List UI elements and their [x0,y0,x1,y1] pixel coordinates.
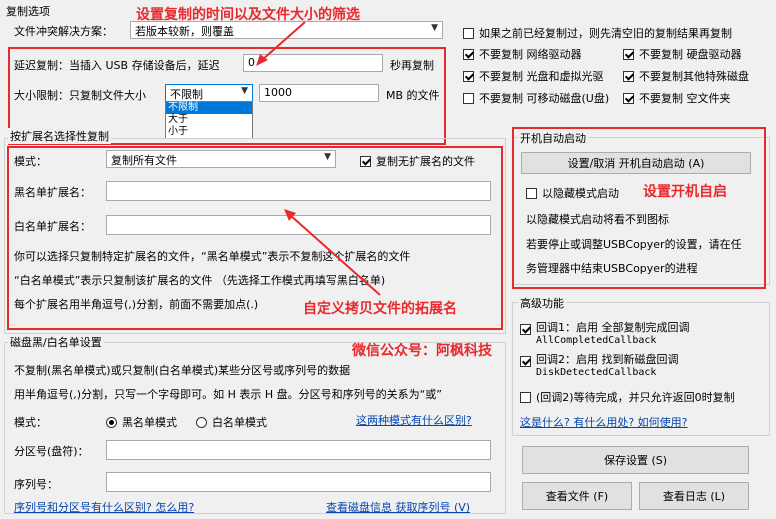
disk-help-2: 用半角逗号(,)分割，只写一个字母即可。如 H 表示 H 盘。分区号和序列号的关… [14,388,443,401]
autostart-info-2: 若要停止或调整USBCopyer的设置，请在任 [526,238,742,251]
autostart-info-3: 务管理器中结束USBCopyer的进程 [526,262,698,275]
conflict-value: 若版本较新，则覆盖 [135,25,234,38]
annotation-wechat: 微信公众号：阿枫科技 [352,343,492,359]
view-log-button[interactable]: 查看日志 (L) [639,482,749,510]
callback1-checkbox[interactable]: 回调1：启用 全部复制完成回调 AllCompletedCallback [520,322,690,347]
advanced-help-link[interactable]: 这是什么? 有什么用处? 如何使用? [520,414,688,430]
ext-help-3: 每个扩展名用半角逗号(,)分割，前面不需要加点(.) [14,298,259,311]
annotation-arrow-ext [284,209,381,296]
no-hdd-checkbox[interactable]: 不要复制 硬盘驱动器 [623,46,742,62]
callback1-name: AllCompletedCallback [536,335,657,346]
chevron-down-icon: ▼ [324,152,331,162]
disk-title: 磁盘黑/白名单设置 [8,334,104,350]
serial-input[interactable] [106,472,491,492]
annotation-arrow-top [256,21,306,66]
no-network-checkbox[interactable]: 不要复制 网络驱动器 [463,46,582,62]
advanced-title: 高级功能 [518,295,566,311]
disk-mode-label: 模式： [14,416,47,429]
ext-title: 按扩展名选择性复制 [8,128,111,144]
serial-diff-link[interactable]: 序列号和分区号有什么区别? 怎么用? [14,499,194,515]
no-removable-checkbox[interactable]: 不要复制 可移动磁盘(U盘) [463,90,609,106]
hidden-mode-checkbox[interactable]: 以隐藏模式启动 [526,185,619,201]
autostart-title: 开机自动启动 [518,130,588,146]
black-ext-label: 黑名单扩展名： [14,186,91,199]
autostart-info-1: 以隐藏模式启动将看不到图标 [526,213,669,226]
conflict-label: 文件冲突解决方案： [14,25,113,38]
annotation-autostart: 设置开机自启 [643,184,727,200]
callback2-name: DiskDetectedCallback [536,367,657,378]
ext-mode-value: 复制所有文件 [111,154,177,167]
white-mode-radio[interactable]: 白名单模式 [196,414,267,430]
copy-options-title: 复制选项 [6,5,50,18]
ext-mode-select[interactable]: 复制所有文件 ▼ [106,150,336,168]
callback-wait-checkbox[interactable]: (回调2)等待完成，并只允许返回0时复制 [520,389,735,405]
black-mode-radio[interactable]: 黑名单模式 [106,414,177,430]
disk-help-1: 不复制(黑名单模式)或只复制(白名单模式)某些分区号或序列号的数据 [14,364,351,377]
autostart-button[interactable]: 设置/取消 开机自动启动 (A) [521,152,751,174]
save-button[interactable]: 保存设置 (S) [522,446,749,474]
partition-input[interactable] [106,440,491,460]
callback2-checkbox[interactable]: 回调2：启用 找到新磁盘回调 DiskDetectedCallback [520,354,679,379]
annotation-ext: 自定义拷贝文件的拓展名 [303,301,457,317]
skip-copied-checkbox[interactable]: 如果之前已经复制过，则先清空旧的复制结果再复制 [463,25,732,41]
serial-label: 序列号： [14,478,58,491]
view-file-button[interactable]: 查看文件 (F) [522,482,632,510]
no-empty-folder-checkbox[interactable]: 不要复制 空文件夹 [623,90,731,106]
black-ext-input[interactable] [106,181,491,201]
disk-info-link[interactable]: 查看磁盘信息 获取序列号 (V) [326,499,470,515]
no-optical-checkbox[interactable]: 不要复制 光盘和虚拟光驱 [463,68,604,84]
chevron-down-icon: ▼ [431,23,438,33]
annotation-top: 设置复制的时间以及文件大小的筛选 [136,7,360,23]
no-special-checkbox[interactable]: 不要复制其他特殊磁盘 [623,68,749,84]
copy-no-ext-checkbox[interactable]: 复制无扩展名的文件 [360,153,475,169]
mode-diff-link[interactable]: 这两种模式有什么区别? [356,412,472,428]
partition-label: 分区号(盘符)： [14,445,89,458]
ext-mode-label: 模式： [14,155,47,168]
white-ext-label: 白名单扩展名： [14,220,91,233]
